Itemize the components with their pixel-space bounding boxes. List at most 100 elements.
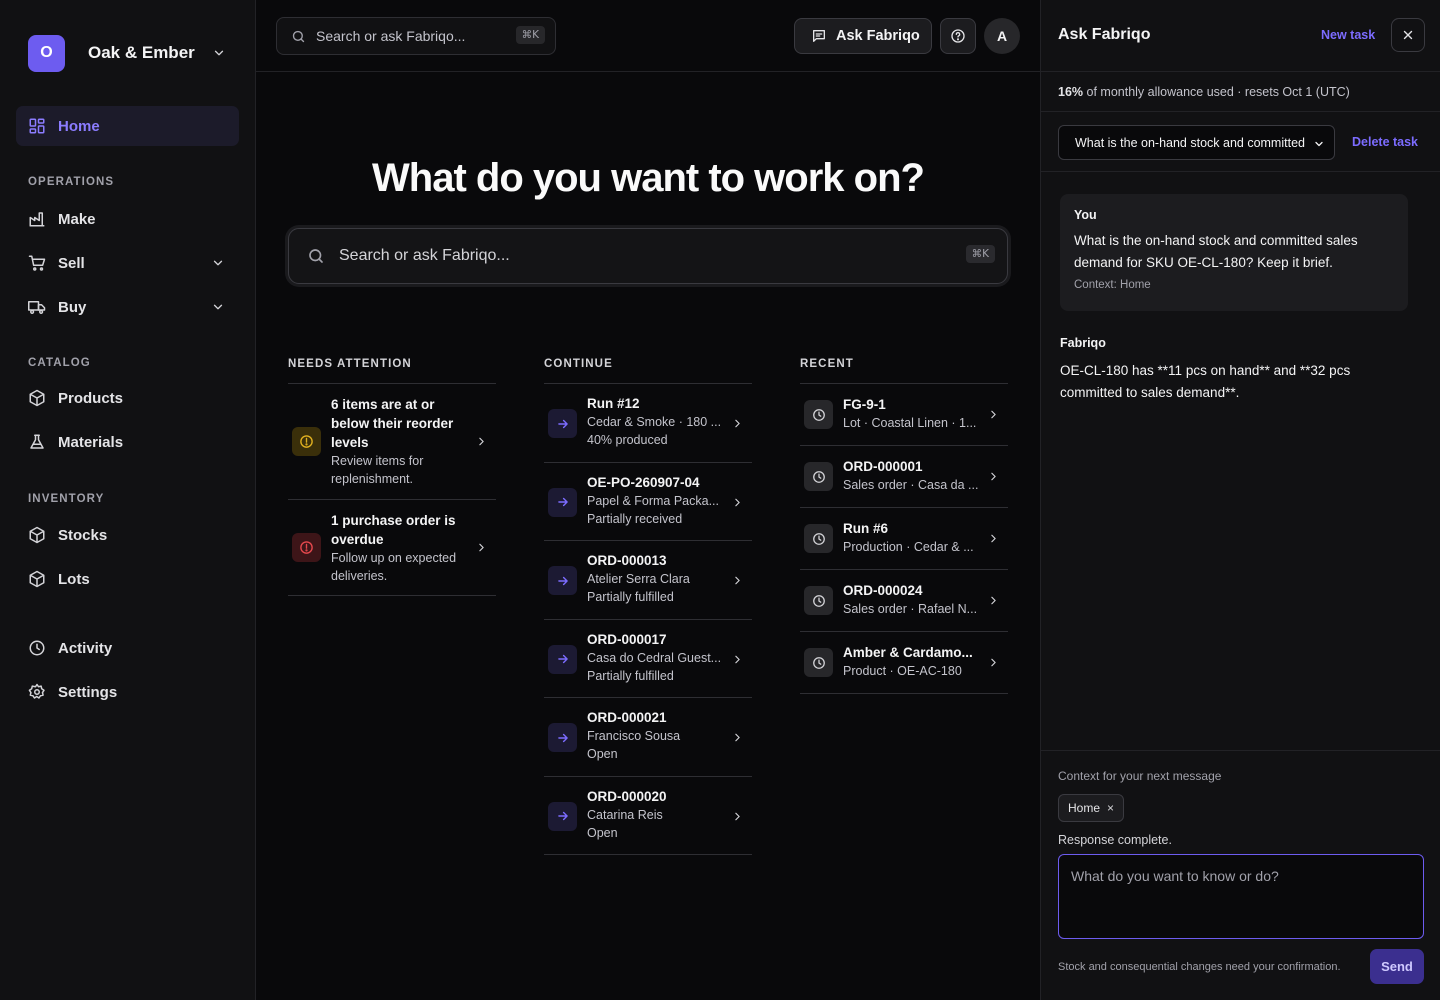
sidebar-item-make[interactable]: Make: [16, 199, 239, 239]
gear-icon: [28, 683, 46, 701]
continue-sub: Casa do Cedral Guest...: [587, 650, 722, 665]
close-icon: [1401, 28, 1415, 42]
context-chip-label: Home: [1068, 801, 1101, 815]
task-select[interactable]: What is the on-hand stock and committed …: [1058, 125, 1335, 160]
confirmation-note: Stock and consequential changes need you…: [1058, 961, 1341, 973]
chevron-right-icon: [987, 408, 1000, 421]
continue-item[interactable]: ORD-000020 Catarina Reis Open: [544, 777, 752, 855]
remove-chip-icon[interactable]: ×: [1107, 801, 1114, 815]
sidebar-item-settings[interactable]: Settings: [16, 672, 239, 712]
clock-icon: [804, 586, 833, 615]
new-task-link[interactable]: New task: [1321, 28, 1375, 42]
section-label-catalog: CATALOG: [28, 357, 91, 369]
top-bar: ⌘K Ask Fabriqo A: [256, 0, 1040, 72]
attention-title: 6 items are at or below their reorder le…: [331, 397, 454, 450]
panel-title: Ask Fabriqo: [1058, 26, 1151, 43]
recent-column: RECENT FG-9-1 Lot · Coastal Linen · 1... O…: [800, 358, 1008, 694]
continue-item[interactable]: ORD-000021 Francisco Sousa Open: [544, 698, 752, 777]
chevron-down-icon: [212, 46, 226, 60]
ask-fabriqo-button[interactable]: Ask Fabriqo: [794, 18, 932, 54]
arrow-right-icon: [548, 566, 577, 595]
allowance-percent: 16%: [1058, 85, 1084, 99]
recent-item[interactable]: FG-9-1 Lot · Coastal Linen · 1...: [800, 384, 1008, 446]
attention-item[interactable]: 1 purchase order is overdue Follow up on…: [288, 500, 496, 596]
help-button[interactable]: [940, 18, 976, 54]
continue-item[interactable]: OE-PO-260907-04 Papel & Forma Packa... Par…: [544, 463, 752, 541]
clock-icon: [804, 648, 833, 677]
org-switcher[interactable]: O Oak & Ember: [28, 34, 228, 72]
recent-item[interactable]: ORD-000024 Sales order · Rafael N...: [800, 570, 1008, 632]
chevron-right-icon: [987, 594, 1000, 607]
assistant-message: Fabriqo OE-CL-180 has **11 pcs on hand**…: [1060, 336, 1408, 404]
continue-status: 40% produced: [587, 433, 668, 447]
arrow-right-icon: [548, 801, 577, 831]
hero-search-input[interactable]: [339, 247, 919, 265]
delete-task-link[interactable]: Delete task: [1352, 135, 1418, 149]
recent-title: ORD-000001: [843, 459, 923, 474]
send-button[interactable]: Send: [1370, 949, 1424, 984]
chevron-right-icon: [731, 810, 744, 823]
chevron-right-icon: [731, 653, 744, 666]
chevron-right-icon: [987, 532, 1000, 545]
column-heading: CONTINUE: [544, 358, 752, 384]
task-row: What is the on-hand stock and committed …: [1041, 112, 1440, 172]
continue-sub: Cedar & Smoke · 180 ...: [587, 415, 722, 429]
continue-title: ORD-000021: [587, 710, 667, 725]
arrow-right-icon: [548, 409, 577, 438]
alert-circle-icon: [292, 427, 321, 456]
chevron-right-icon: [731, 731, 744, 744]
continue-item[interactable]: ORD-000013 Atelier Serra Clara Partially f…: [544, 541, 752, 620]
sidebar-item-buy[interactable]: Buy: [16, 287, 239, 327]
sidebar-item-label: Sell: [58, 254, 85, 272]
sidebar-item-stocks[interactable]: Stocks: [16, 515, 239, 555]
sidebar-item-label: Settings: [58, 683, 118, 701]
sidebar-item-products[interactable]: Products: [16, 378, 239, 418]
attention-sub: Follow up on expected deliveries.: [331, 551, 457, 583]
clock-icon: [28, 639, 46, 657]
factory-icon: [28, 210, 46, 228]
chevron-down-icon: [211, 300, 225, 314]
continue-status: Partially received: [587, 511, 683, 526]
recent-title: ORD-000024: [843, 583, 923, 598]
chevron-right-icon: [731, 496, 744, 509]
continue-title: Run #12: [587, 396, 640, 411]
recent-item[interactable]: Amber & Cardamo... Product · OE-AC-180: [800, 632, 1008, 694]
recent-title: FG-9-1: [843, 397, 886, 412]
clock-icon: [804, 400, 833, 429]
close-panel-button[interactable]: [1391, 18, 1425, 52]
sidebar-item-label: Buy: [58, 298, 87, 316]
attention-item[interactable]: 6 items are at or below their reorder le…: [288, 384, 496, 500]
sidebar-item-sell[interactable]: Sell: [16, 243, 239, 283]
sidebar-item-label: Products: [58, 389, 124, 407]
top-search[interactable]: ⌘K: [276, 17, 556, 55]
continue-item[interactable]: ORD-000017 Casa do Cedral Guest... Partial…: [544, 620, 752, 698]
help-icon: [950, 28, 966, 44]
continue-status: Open: [587, 747, 618, 761]
continue-title: ORD-000020: [587, 788, 667, 804]
sidebar-item-activity[interactable]: Activity: [16, 628, 239, 668]
chevron-right-icon: [731, 574, 744, 587]
sidebar-item-home[interactable]: Home: [16, 106, 239, 146]
continue-title: ORD-000013: [587, 553, 667, 568]
user-message: You What is the on-hand stock and commit…: [1060, 194, 1408, 311]
sidebar-item-materials[interactable]: Materials: [16, 422, 239, 462]
search-icon: [307, 247, 325, 265]
top-search-input[interactable]: [316, 28, 506, 44]
recent-sub: Lot · Coastal Linen · 1...: [843, 416, 977, 430]
context-label: Context for your next message: [1058, 769, 1222, 783]
recent-sub: Sales order · Casa da ...: [843, 478, 979, 492]
recent-sub: Sales order · Rafael N...: [843, 602, 978, 616]
message-input[interactable]: [1058, 854, 1424, 939]
continue-item[interactable]: Run #12 Cedar & Smoke · 180 ... 40% produc…: [544, 384, 752, 463]
needs-attention-column: NEEDS ATTENTION 6 items are at or below …: [288, 358, 496, 596]
allowance-bar: 16% of monthly allowance used · resets O…: [1041, 72, 1440, 112]
assistant-panel: Ask Fabriqo New task 16% of monthly allo…: [1040, 0, 1440, 1000]
recent-item[interactable]: ORD-000001 Sales order · Casa da ...: [800, 446, 1008, 508]
user-avatar[interactable]: A: [984, 18, 1020, 54]
recent-item[interactable]: Run #6 Production · Cedar & ...: [800, 508, 1008, 570]
sidebar-item-lots[interactable]: Lots: [16, 559, 239, 599]
arrow-right-icon: [548, 487, 577, 517]
message-body: OE-CL-180 has **11 pcs on hand** and **3…: [1060, 363, 1351, 400]
hero-search[interactable]: ⌘K: [288, 228, 1008, 284]
ask-fabriqo-label: Ask Fabriqo: [836, 28, 920, 44]
